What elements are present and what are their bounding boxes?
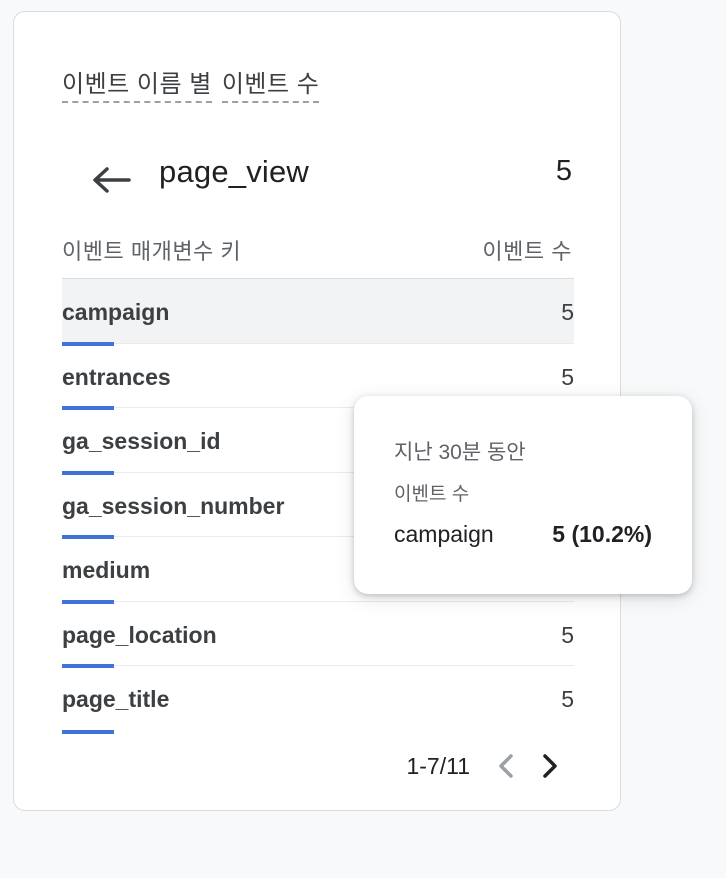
- title-dimension[interactable]: 이벤트 이름 별: [62, 64, 212, 103]
- tooltip-metric: 이벤트 수: [394, 484, 470, 505]
- page-range: 1-7/11: [406, 752, 470, 779]
- hover-tooltip: 지난 30분 동안 이벤트 수 campaign 5 (10.2%): [354, 396, 692, 594]
- row-value: 5: [561, 299, 574, 325]
- table-row[interactable]: page_title 5: [62, 666, 574, 734]
- row-bar: [62, 729, 114, 734]
- row-key: page_location: [62, 621, 217, 648]
- tooltip-value: 5 (10.2%): [552, 521, 652, 547]
- tooltip-period: 지난 30분 동안: [394, 441, 526, 464]
- row-value: 5: [561, 621, 574, 648]
- row-key: entrances: [62, 363, 171, 390]
- column-header-key: 이벤트 매개변수 키: [62, 239, 242, 264]
- back-button[interactable]: [89, 162, 137, 198]
- row-key: ga_session_number: [62, 492, 285, 519]
- row-key: page_title: [62, 686, 170, 712]
- arrow-left-icon: [93, 167, 131, 193]
- row-value: 5: [561, 363, 574, 390]
- chevron-left-icon: [499, 754, 513, 778]
- next-page-button[interactable]: [528, 748, 572, 784]
- table-row[interactable]: campaign 5: [62, 279, 574, 346]
- table-row[interactable]: page_location 5: [62, 602, 574, 668]
- event-name: page_view: [159, 154, 310, 189]
- chevron-right-icon: [543, 754, 557, 778]
- column-header-value: 이벤트 수: [482, 239, 572, 264]
- card-title: 이벤트 이름 별 이벤트 수: [62, 64, 320, 103]
- tooltip-key: campaign: [394, 521, 494, 547]
- row-value: 5: [561, 686, 574, 712]
- title-metric[interactable]: 이벤트 수: [221, 64, 320, 103]
- pagination: 1-7/11: [406, 748, 572, 784]
- row-key: medium: [62, 557, 151, 583]
- row-key: ga_session_id: [62, 428, 221, 454]
- row-key: campaign: [62, 299, 170, 325]
- event-count: 5: [555, 155, 572, 187]
- prev-page-button[interactable]: [484, 748, 528, 784]
